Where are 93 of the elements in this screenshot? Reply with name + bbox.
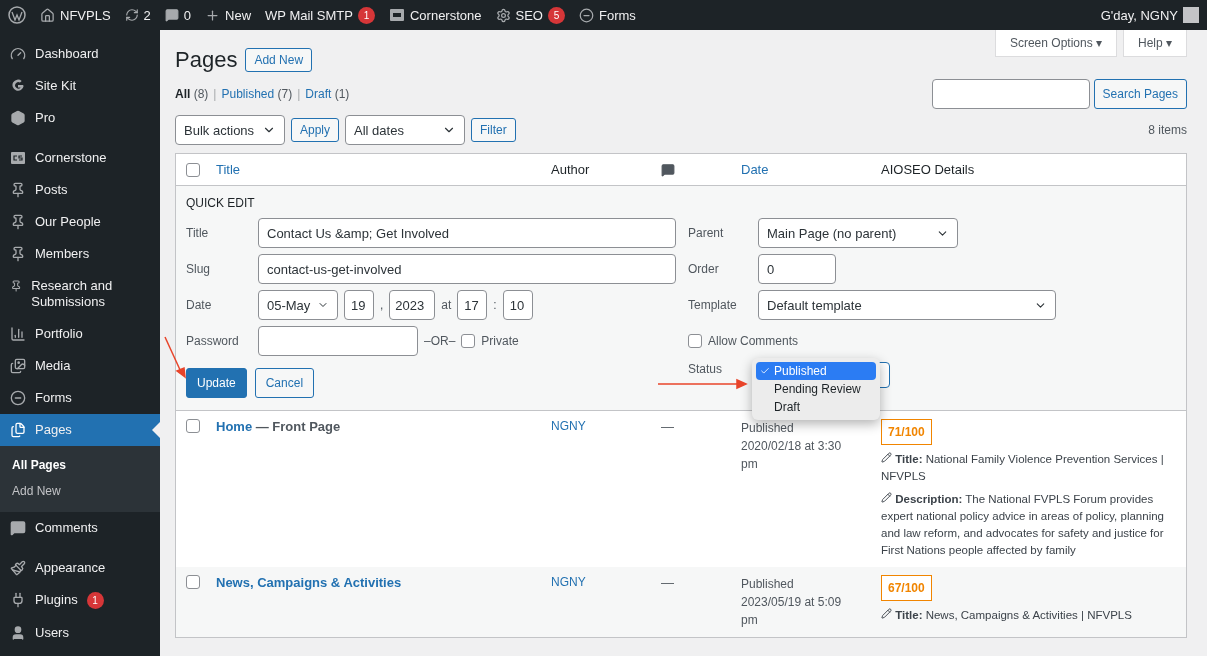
admin-bar-link[interactable]: SEO 5 — [495, 6, 565, 24]
admin-bar-link[interactable]: Cornerstone — [388, 7, 482, 23]
slug-field[interactable]: contact-us-get-involved — [258, 254, 676, 284]
quick-edit-heading: QUICK EDIT — [186, 196, 256, 210]
author-link[interactable]: NGNY — [551, 575, 661, 589]
admin-bar-link[interactable]: Forms — [578, 7, 636, 23]
menu-item[interactable]: Draft — [756, 398, 876, 416]
minute-field[interactable]: 10 — [502, 290, 533, 320]
apply-button[interactable]: Apply — [291, 118, 340, 142]
checkbox-label: Private — [481, 334, 519, 348]
divider-text: | — [213, 87, 217, 101]
sidebar-item[interactable]: Members — [0, 238, 160, 270]
date-cell-text: Published 2020/02/18 at 3:30 pm — [741, 420, 843, 473]
filter-link[interactable]: All (8) — [175, 87, 209, 101]
column-header: Author — [551, 162, 591, 177]
year-field[interactable]: 2023 — [389, 290, 436, 320]
dates-select[interactable]: All dates — [345, 115, 466, 145]
sidebar-item[interactable]: Portfolio — [0, 318, 160, 350]
separator-text: : — [493, 298, 497, 312]
date-cell-text: Published 2023/05/19 at 5:09 pm — [741, 576, 843, 629]
add-new-button[interactable]: Add New — [245, 48, 313, 72]
count-badge: 1 — [86, 592, 104, 609]
sidebar-item[interactable]: Comments — [0, 512, 160, 544]
field-label: Template — [688, 298, 738, 312]
field-label: Order — [688, 262, 720, 276]
sidebar-item[interactable]: Research and Submissions — [0, 270, 160, 318]
sidebar-item[interactable]: Forms — [0, 382, 160, 414]
author-link[interactable]: NGNY — [551, 419, 661, 433]
updates-link[interactable]: 2 — [124, 7, 151, 23]
submenu-item[interactable]: All Pages — [0, 452, 160, 478]
new-link[interactable]: New — [205, 7, 252, 23]
site-name-link[interactable]: NFVPLS — [40, 7, 111, 23]
page-title-link[interactable]: Home — [216, 419, 253, 434]
score-badge: 71/100 — [881, 419, 932, 445]
page-title-link[interactable]: News, Campaigns & Activities — [216, 575, 402, 590]
page-state-text: — Front Page — [254, 419, 341, 434]
account-link[interactable]: G'day, NGNY — [1100, 7, 1199, 23]
field-label: Status — [688, 362, 724, 376]
menu-item[interactable]: Pending Review — [756, 380, 876, 398]
filter-link[interactable]: Published (7) — [221, 87, 293, 101]
separator-text: , — [380, 298, 384, 312]
tab-button[interactable]: Screen Options ▾ — [994, 30, 1117, 57]
column-header-link[interactable]: Title — [216, 162, 551, 177]
parent-select[interactable]: Main Page (no parent) — [758, 218, 958, 248]
field-label: Slug — [186, 262, 212, 276]
field-label: Title — [186, 226, 210, 240]
day-field[interactable]: 19 — [344, 290, 374, 320]
hour-field[interactable]: 17 — [457, 290, 488, 320]
field-label: Date — [186, 298, 213, 312]
sidebar-item[interactable]: Dashboard — [0, 38, 160, 70]
search-button[interactable]: Search Pages — [1093, 79, 1187, 109]
menu-item[interactable]: Published — [756, 362, 876, 380]
submenu-item[interactable]: Add New — [0, 478, 160, 504]
count-badge: 1 — [357, 6, 375, 24]
sidebar-item[interactable]: Appearance — [0, 552, 160, 584]
tab-button[interactable]: Help ▾ — [1123, 30, 1187, 57]
field-label: Parent — [688, 226, 725, 240]
update-button[interactable]: Update — [186, 368, 247, 398]
sidebar-item[interactable]: Pro — [0, 102, 160, 134]
sidebar-item[interactable]: Plugins 1 — [0, 584, 160, 617]
sidebar-item[interactable]: Our People — [0, 206, 160, 238]
checkbox-label: Allow Comments — [708, 334, 799, 348]
comments-link[interactable]: 0 — [164, 7, 192, 23]
divider-text: | — [297, 87, 301, 101]
at-text: at — [441, 298, 452, 312]
title-field[interactable]: Contact Us &amp; Get Involved — [258, 218, 676, 248]
template-select[interactable]: Default template — [758, 290, 1056, 320]
page-title: Pages — [175, 47, 238, 73]
or-text: –OR– — [424, 334, 456, 348]
seo-title-text: Title: News, Campaigns & Activities | NFVPLS — [881, 607, 1176, 624]
sidebar-item[interactable]: Pages — [0, 414, 160, 446]
column-header-link[interactable]: Date — [741, 162, 881, 177]
field-label: Password — [186, 334, 240, 348]
sidebar-item[interactable]: Cornerstone — [0, 142, 160, 174]
sidebar-item[interactable]: Users — [0, 617, 160, 649]
filter-link[interactable]: Draft (1) — [305, 87, 350, 101]
bulk-actions-select[interactable]: Bulk actions — [175, 115, 285, 145]
column-header: AIOSEO Details — [881, 162, 976, 177]
sidebar-item[interactable]: Posts — [0, 174, 160, 206]
cancel-button[interactable]: Cancel — [254, 368, 315, 398]
item-count: 8 items — [1148, 123, 1187, 137]
order-field[interactable]: 0 — [758, 254, 836, 284]
seo-title-text: Title: National Family Violence Prevention Services | NFVPLS — [881, 451, 1165, 484]
admin-bar-link[interactable]: WP Mail SMTP 1 — [265, 6, 375, 24]
score-badge: 67/100 — [881, 575, 932, 601]
sidebar-item[interactable]: Media — [0, 350, 160, 382]
month-select[interactable]: 05-May — [258, 290, 338, 320]
seo-description-text: Description: The National FVPLS Forum provides expert national policy advice in areas of policy, planning and law reform, and advocates for safety and justice for First Nations people affected by family — [881, 491, 1165, 558]
count-badge: 5 — [547, 6, 565, 24]
sidebar-item[interactable]: Site Kit — [0, 70, 160, 102]
filter-button[interactable]: Filter — [471, 118, 516, 142]
comment-count: — — [661, 419, 675, 434]
comment-count: — — [661, 575, 675, 590]
